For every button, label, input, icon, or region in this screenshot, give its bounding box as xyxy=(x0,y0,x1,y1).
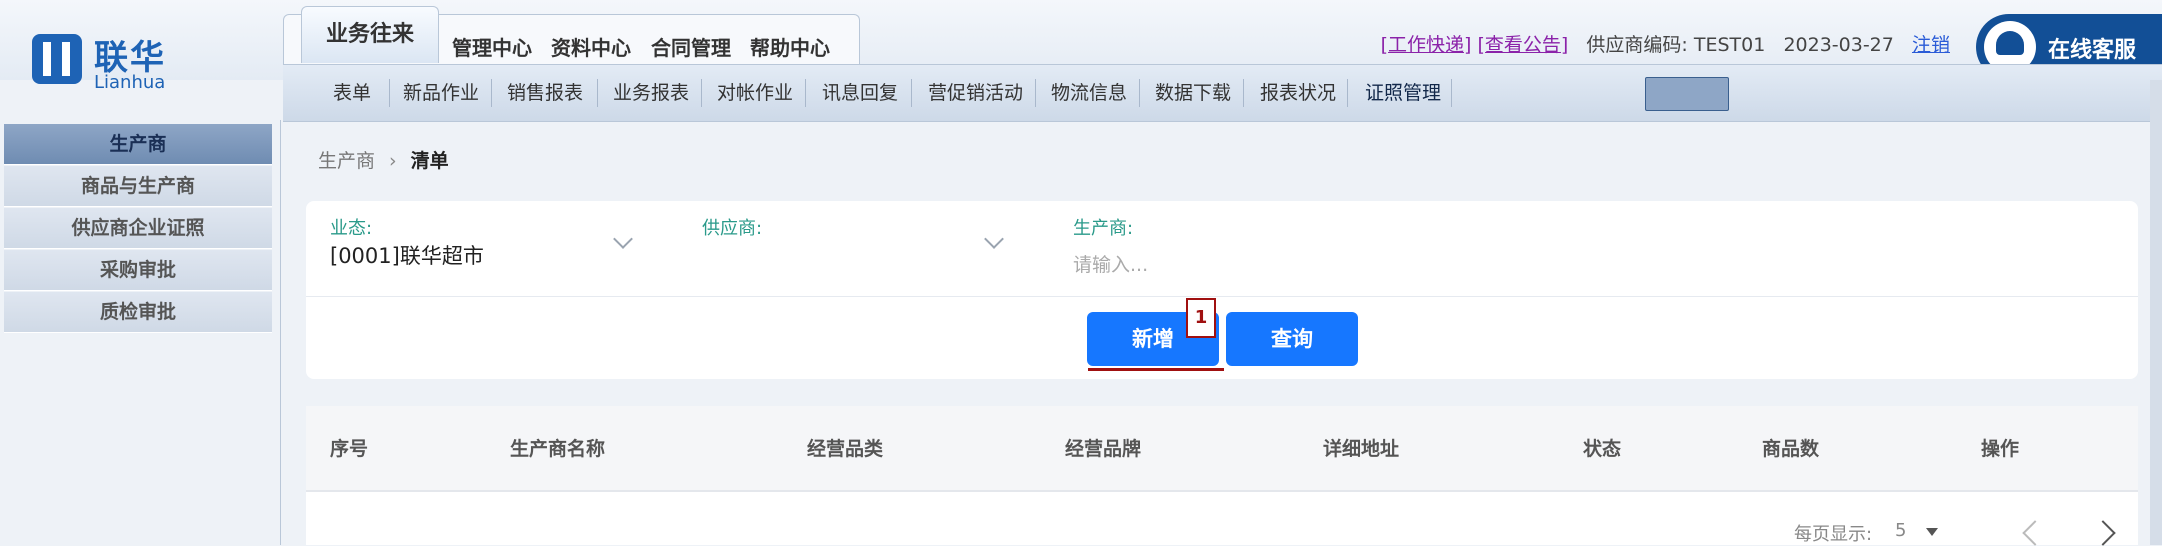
vendor-code: TEST01 xyxy=(1693,34,1766,56)
breadcrumb-current: 清单 xyxy=(410,150,449,172)
subnav-license-management[interactable]: 证照管理 xyxy=(1365,65,1441,121)
format-label: 业态: xyxy=(330,218,373,239)
subnav-promotions[interactable]: 营促销活动 xyxy=(928,65,1023,121)
supplier-select[interactable] xyxy=(702,240,1002,270)
subnav-divider xyxy=(491,79,492,107)
supplier-label: 供应商: xyxy=(702,218,763,239)
subnav-divider xyxy=(389,79,390,107)
sidebar-divider xyxy=(280,120,281,545)
filter-divider xyxy=(306,296,2138,297)
top-right-info: [工作快递] [查看公告] 供应商编码: TEST01 2023-03-27 注… xyxy=(1381,30,1950,57)
tab-management[interactable]: 管理中心 xyxy=(452,32,532,66)
subnav-forms[interactable]: 表单 xyxy=(333,65,371,121)
subnav-report-status[interactable]: 报表状况 xyxy=(1260,65,1336,121)
subnav-new-products[interactable]: 新品作业 xyxy=(403,65,479,121)
work-quick-link[interactable]: [工作快递] xyxy=(1381,34,1472,56)
annotation-underline xyxy=(1088,368,1224,371)
breadcrumb-parent[interactable]: 生产商 xyxy=(318,150,375,172)
subnav-message-reply[interactable]: 讯息回复 xyxy=(822,65,898,121)
breadcrumb: 生产商 › 清单 xyxy=(318,146,449,173)
col-category: 经营品类 xyxy=(807,438,884,460)
vendor-code-label: 供应商编码: xyxy=(1586,34,1688,56)
format-select[interactable]: [0001]联华超市 xyxy=(330,240,484,270)
subnav-divider xyxy=(805,79,806,107)
sidebar-item-products-producers[interactable]: 商品与生产商 xyxy=(4,166,272,207)
producer-input[interactable]: 请输入... xyxy=(1073,250,1148,277)
subnav-divider xyxy=(911,79,912,107)
sidebar-item-producers[interactable]: 生产商 xyxy=(4,124,272,165)
tab-resources[interactable]: 资料中心 xyxy=(551,32,631,66)
subnav-sales-report[interactable]: 销售报表 xyxy=(507,65,583,121)
query-button[interactable]: 查询 xyxy=(1226,312,1358,366)
col-producer-name: 生产商名称 xyxy=(510,438,606,460)
breadcrumb-chevron-icon: › xyxy=(389,150,397,172)
support-label: 在线客服 xyxy=(2048,38,2137,63)
subnav-divider xyxy=(597,79,598,107)
brand-logo: 联华 Lianhua xyxy=(32,30,192,94)
sidebar-item-supplier-licenses[interactable]: 供应商企业证照 xyxy=(4,208,272,249)
tab-help[interactable]: 帮助中心 xyxy=(750,32,830,66)
page-size-select[interactable]: 5 xyxy=(1895,520,1906,541)
col-status: 状态 xyxy=(1583,438,1622,460)
caret-down-icon[interactable] xyxy=(1926,528,1938,536)
logout-link[interactable]: 注销 xyxy=(1912,34,1950,56)
subnav-divider xyxy=(701,79,702,107)
tab-contracts[interactable]: 合同管理 xyxy=(651,32,731,66)
filter-panel xyxy=(306,201,2138,379)
subnav-data-download[interactable]: 数据下载 xyxy=(1155,65,1231,121)
logo-mark-icon xyxy=(32,34,82,84)
subnav-reconciliation[interactable]: 对帐作业 xyxy=(717,65,793,121)
subnav-divider xyxy=(1347,79,1348,107)
col-address: 详细地址 xyxy=(1323,438,1400,460)
tab-business[interactable]: 业务往来 xyxy=(301,6,439,63)
subnav-business-report[interactable]: 业务报表 xyxy=(613,65,689,121)
vertical-scrollbar[interactable] xyxy=(2150,80,2162,545)
sub-nav-active-highlight xyxy=(1645,77,1729,111)
sub-nav-bar: 表单 新品作业 销售报表 业务报表 对帐作业 讯息回复 营促销活动 物流信息 数… xyxy=(283,64,2162,122)
col-product-count: 商品数 xyxy=(1762,438,1820,460)
subnav-divider xyxy=(1035,79,1036,107)
subnav-divider xyxy=(1139,79,1140,107)
page-size-label: 每页显示: xyxy=(1794,524,1873,545)
annotation-marker: 1 xyxy=(1186,298,1216,338)
col-actions: 操作 xyxy=(1981,438,2020,460)
subnav-divider xyxy=(1243,79,1244,107)
sidebar-item-purchase-approval[interactable]: 采购审批 xyxy=(4,250,272,291)
subnav-divider xyxy=(1451,79,1452,107)
logo-name-en: Lianhua xyxy=(94,72,166,93)
col-index: 序号 xyxy=(330,438,369,460)
sidebar-item-qc-approval[interactable]: 质检审批 xyxy=(4,292,272,333)
producer-label: 生产商: xyxy=(1073,218,1134,239)
col-brand: 经营品牌 xyxy=(1065,438,1142,460)
current-date: 2023-03-27 xyxy=(1783,34,1894,56)
sidebar: 生产商 商品与生产商 供应商企业证照 采购审批 质检审批 xyxy=(0,120,278,545)
notice-link[interactable]: [查看公告] xyxy=(1477,34,1568,56)
subnav-logistics[interactable]: 物流信息 xyxy=(1051,65,1127,121)
